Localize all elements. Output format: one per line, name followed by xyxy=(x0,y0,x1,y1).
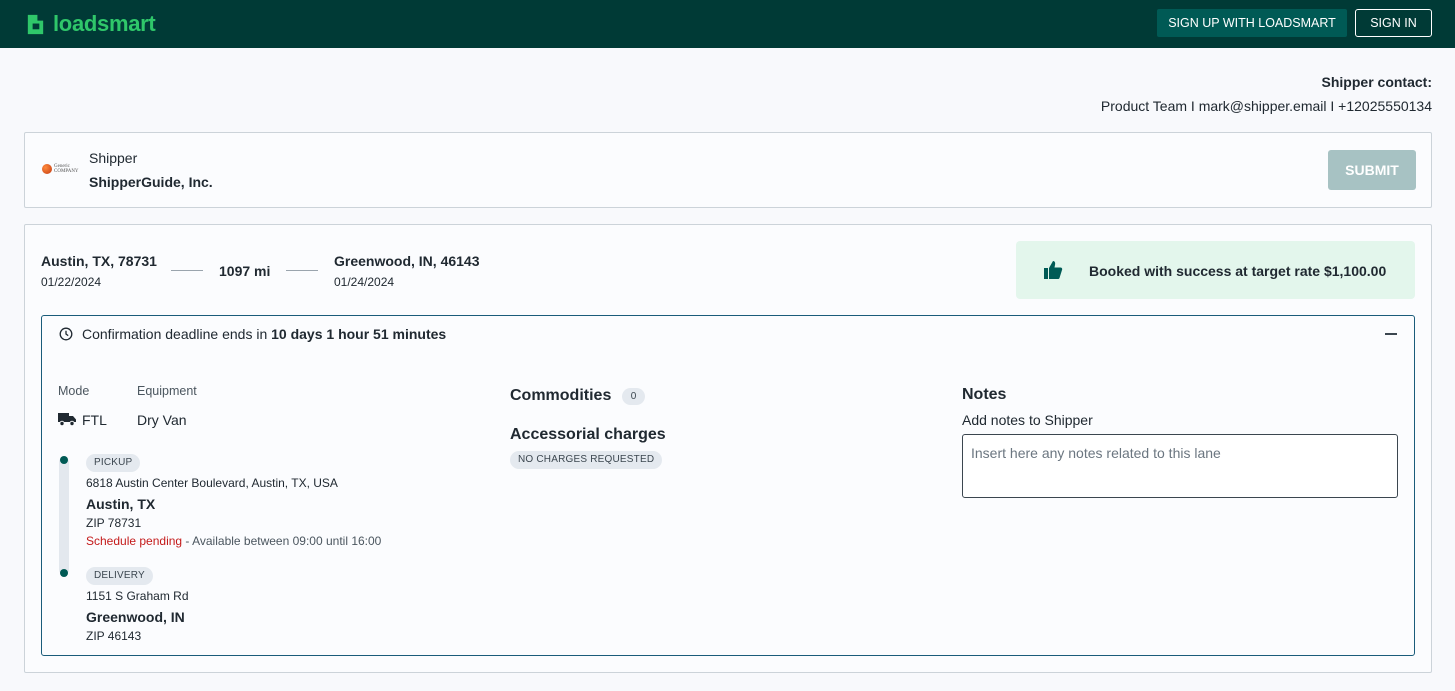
route-distance: 1097 mi xyxy=(219,263,271,279)
route-line-right xyxy=(286,270,318,271)
thumbs-up-icon xyxy=(1044,261,1063,279)
lane-details-panel: Confirmation deadline ends in 10 days 1 … xyxy=(41,315,1415,656)
notes-subtitle: Add notes to Shipper xyxy=(962,412,1093,428)
stops-timeline xyxy=(59,458,69,574)
booking-success-text: Booked with success at target rate $1,10… xyxy=(1089,263,1387,279)
loadsmart-logo-icon xyxy=(27,14,44,34)
schedule-pending-status: Schedule pending xyxy=(86,534,183,548)
pickup-address: 6818 Austin Center Boulevard, Austin, TX… xyxy=(86,476,338,490)
delivery-address: 1151 S Graham Rd xyxy=(86,589,189,603)
route-line-left xyxy=(171,270,203,271)
origin-city: Austin, TX, 78731 xyxy=(41,253,157,269)
top-navbar: loadsmart SIGN UP WITH LOADSMART SIGN IN xyxy=(0,0,1455,48)
booking-success-banner: Booked with success at target rate $1,10… xyxy=(1016,241,1415,299)
clock-icon xyxy=(59,327,73,341)
shipper-name: ShipperGuide, Inc. xyxy=(89,174,213,190)
shipper-label: Shipper xyxy=(89,150,138,166)
pickup-dot xyxy=(60,456,68,464)
equipment-label: Equipment xyxy=(137,384,197,398)
commodities-title: Commodities xyxy=(510,387,612,404)
mode-value: FTL xyxy=(82,412,107,428)
shipper-contact-title: Shipper contact: xyxy=(1321,74,1432,90)
shipper-card: Generic COMPANY Shipper ShipperGuide, In… xyxy=(24,132,1432,208)
loadsmart-logo[interactable]: loadsmart xyxy=(24,11,156,36)
sign-up-button[interactable]: SIGN UP WITH LOADSMART xyxy=(1157,9,1347,37)
mode-label: Mode xyxy=(58,384,90,398)
delivery-tag: DELIVERY xyxy=(86,567,153,585)
delivery-city: Greenwood, IN xyxy=(86,609,185,625)
lane-card: Austin, TX, 78731 01/22/2024 1097 mi Gre… xyxy=(24,224,1432,673)
shipper-logo-ball-icon xyxy=(42,164,52,174)
destination-date: 01/24/2024 xyxy=(334,275,395,289)
pickup-tag: PICKUP xyxy=(86,454,141,472)
commodities-count-badge: 0 xyxy=(622,388,645,405)
accessorial-charges-title: Accessorial charges xyxy=(510,426,666,443)
brand-name: loadsmart xyxy=(53,11,156,36)
collapse-minus-icon[interactable] xyxy=(1385,333,1397,335)
destination-city: Greenwood, IN, 46143 xyxy=(334,253,480,269)
truck-icon xyxy=(58,413,76,426)
confirmation-deadline: Confirmation deadline ends in 10 days 1 … xyxy=(82,326,447,342)
pickup-city: Austin, TX xyxy=(86,496,156,512)
no-charges-tag: NO CHARGES REQUESTED xyxy=(510,451,663,469)
submit-button[interactable]: SUBMIT xyxy=(1328,150,1416,190)
equipment-value: Dry Van xyxy=(137,412,187,428)
notes-input[interactable] xyxy=(962,434,1398,498)
origin-date: 01/22/2024 xyxy=(41,275,102,289)
shipper-contact-info: Product Team I mark@shipper.email I +120… xyxy=(1100,98,1432,114)
pickup-zip: ZIP 78731 xyxy=(86,516,142,530)
delivery-dot xyxy=(60,569,68,577)
sign-in-button[interactable]: SIGN IN xyxy=(1355,9,1432,37)
notes-title: Notes xyxy=(962,386,1007,403)
pickup-schedule: Schedule pending - Available between 09:… xyxy=(86,534,382,548)
delivery-zip: ZIP 46143 xyxy=(86,629,142,643)
shipper-logo: Generic COMPANY xyxy=(42,162,82,176)
